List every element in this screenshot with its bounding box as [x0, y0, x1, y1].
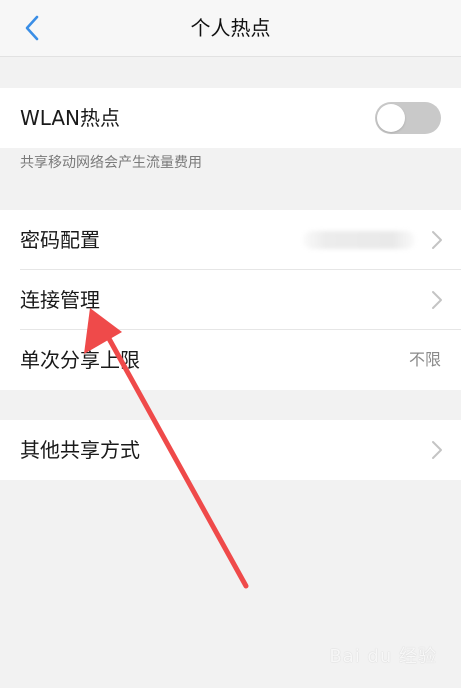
- wlan-hotspot-toggle[interactable]: [375, 102, 441, 134]
- wlan-hotspot-row[interactable]: WLAN热点: [0, 88, 461, 148]
- wlan-hotspot-card: WLAN热点: [0, 88, 461, 148]
- password-config-label: 密码配置: [20, 228, 100, 252]
- password-redacted-value: [303, 231, 415, 249]
- other-sharing-card: 其他共享方式: [0, 420, 461, 480]
- connection-management-row[interactable]: 连接管理: [0, 270, 461, 330]
- share-limit-row[interactable]: 单次分享上限 不限: [0, 330, 461, 390]
- chevron-right-icon: [432, 291, 442, 309]
- hotspot-settings-card: 密码配置 连接管理 单次分享上限 不限: [0, 210, 461, 390]
- password-config-row[interactable]: 密码配置: [0, 210, 461, 270]
- toggle-knob: [377, 104, 405, 132]
- top-bar: 个人热点: [0, 0, 461, 57]
- baidu-watermark: Bai du 经验: [329, 646, 437, 667]
- page-title: 个人热点: [190, 16, 271, 40]
- chevron-right-icon: [432, 231, 442, 249]
- other-sharing-row[interactable]: 其他共享方式: [0, 420, 461, 480]
- data-charge-hint: 共享移动网络会产生流量费用: [20, 155, 202, 171]
- share-limit-label: 单次分享上限: [20, 348, 140, 372]
- other-sharing-label: 其他共享方式: [20, 438, 140, 462]
- wlan-hotspot-label: WLAN热点: [20, 106, 121, 130]
- connection-management-label: 连接管理: [20, 288, 100, 312]
- chevron-right-icon: [432, 441, 442, 459]
- share-limit-value: 不限: [408, 350, 441, 369]
